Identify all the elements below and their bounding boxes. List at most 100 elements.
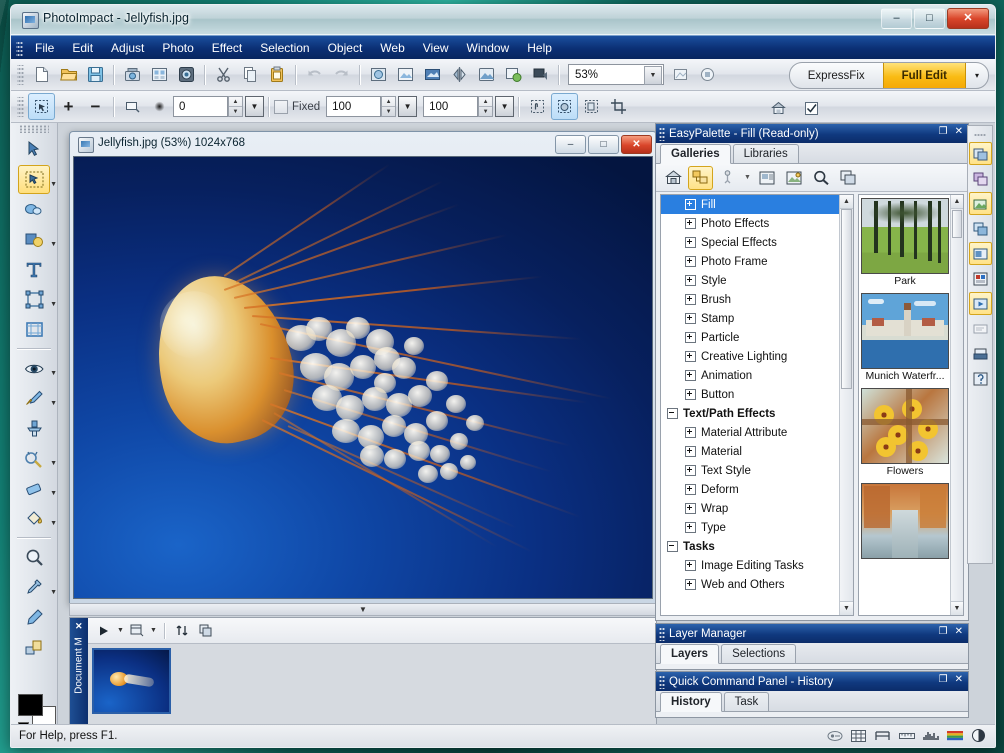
expand-plus-icon[interactable] bbox=[685, 465, 696, 476]
tool-info-icon[interactable] bbox=[826, 727, 843, 744]
zoom-level-combobox[interactable]: 53% ▼ bbox=[568, 64, 664, 85]
save-icon[interactable] bbox=[82, 61, 109, 88]
copy-icon[interactable] bbox=[237, 61, 264, 88]
fixed-width-dropdown-button[interactable]: ▼ bbox=[398, 96, 417, 117]
image-size-icon[interactable] bbox=[874, 727, 891, 744]
tool-chevron-down-icon[interactable]: ▼ bbox=[50, 241, 57, 248]
tab-libraries[interactable]: Libraries bbox=[733, 144, 799, 163]
magic-wand-tool-icon[interactable]: ▼ bbox=[18, 444, 50, 473]
album-icon[interactable] bbox=[500, 61, 527, 88]
thumbnails-scroll-up-icon[interactable]: ▲ bbox=[951, 195, 963, 209]
copy-gallery-icon[interactable] bbox=[836, 166, 861, 190]
tree-item[interactable]: Tasks bbox=[661, 537, 840, 556]
menu-window[interactable]: Window bbox=[458, 38, 519, 58]
browser-panel-icon[interactable] bbox=[969, 317, 992, 340]
expand-plus-icon[interactable] bbox=[685, 522, 696, 533]
quick-command-grip[interactable] bbox=[659, 675, 665, 689]
list-icon[interactable] bbox=[127, 620, 147, 642]
fit-window-icon[interactable] bbox=[667, 61, 694, 88]
paste-icon[interactable] bbox=[264, 61, 291, 88]
color-panel-icon[interactable] bbox=[969, 267, 992, 290]
gallery-thumbnail-list[interactable]: ParkMunich Waterfr...Flowers ▲ ▼ bbox=[858, 194, 964, 616]
gallery-thumbnail-scroll-thumb[interactable] bbox=[952, 210, 962, 238]
tool-chevron-down-icon[interactable]: ▼ bbox=[50, 400, 57, 407]
new-icon[interactable] bbox=[28, 61, 55, 88]
shape-tool-icon[interactable]: ▼ bbox=[18, 225, 50, 254]
expand-plus-icon[interactable] bbox=[685, 218, 696, 229]
gallery-thumbnail[interactable]: Flowers bbox=[859, 385, 951, 480]
easypalette-close-button[interactable]: ✕ bbox=[955, 126, 963, 137]
document-manager-tab[interactable]: ✕ Document M bbox=[70, 618, 88, 725]
fixed-width-spinner[interactable]: ▲▼ bbox=[381, 96, 396, 117]
album-panel-icon[interactable] bbox=[969, 242, 992, 265]
easypalette-grip[interactable] bbox=[659, 127, 665, 141]
window-close-button[interactable]: ✕ bbox=[947, 8, 989, 29]
tree-item[interactable]: Stamp bbox=[661, 309, 840, 328]
selection-shape-icon[interactable] bbox=[119, 93, 146, 120]
video-panel-icon[interactable] bbox=[969, 292, 992, 315]
thumbnail-options-icon[interactable] bbox=[755, 166, 780, 190]
enhance-icon[interactable] bbox=[419, 61, 446, 88]
fixed-height-spinner[interactable]: ▲▼ bbox=[478, 96, 493, 117]
capture-icon[interactable] bbox=[173, 61, 200, 88]
beautify-icon[interactable] bbox=[473, 61, 500, 88]
tool-palette-grip[interactable] bbox=[19, 125, 49, 133]
expand-plus-icon[interactable] bbox=[685, 370, 696, 381]
tool-chevron-down-icon[interactable]: ▼ bbox=[50, 460, 57, 467]
mask-icon[interactable] bbox=[578, 93, 605, 120]
expand-plus-icon[interactable] bbox=[685, 427, 696, 438]
tree-item[interactable]: Material Attribute bbox=[661, 423, 840, 442]
expand-plus-icon[interactable] bbox=[685, 237, 696, 248]
menu-selection[interactable]: Selection bbox=[251, 38, 318, 58]
expand-plus-icon[interactable] bbox=[685, 579, 696, 590]
fixed-checkbox[interactable] bbox=[274, 100, 288, 114]
image-canvas[interactable] bbox=[73, 156, 653, 599]
quick-command-restore-button[interactable]: ❐ bbox=[939, 674, 948, 685]
tab-selections[interactable]: Selections bbox=[721, 644, 796, 663]
tree-item[interactable]: Creative Lighting bbox=[661, 347, 840, 366]
chevron-down-icon[interactable]: ▼ bbox=[644, 66, 662, 85]
document-close-button[interactable]: ✕ bbox=[621, 135, 652, 154]
expand-plus-icon[interactable] bbox=[685, 503, 696, 514]
gallery-thumbnail-scrollbar[interactable]: ▲ ▼ bbox=[950, 195, 963, 615]
expand-plus-icon[interactable] bbox=[685, 294, 696, 305]
soft-edge-icon[interactable] bbox=[146, 93, 173, 120]
menu-help[interactable]: Help bbox=[518, 38, 561, 58]
cut-icon[interactable] bbox=[210, 61, 237, 88]
expand-plus-icon[interactable] bbox=[685, 313, 696, 324]
grid-icon[interactable] bbox=[850, 727, 867, 744]
rail-grip[interactable] bbox=[974, 133, 986, 138]
pan-icon[interactable] bbox=[524, 93, 551, 120]
tree-item[interactable]: Style bbox=[661, 271, 840, 290]
ruler-icon[interactable] bbox=[898, 727, 915, 744]
collapse-minus-icon[interactable] bbox=[667, 408, 678, 419]
window-maximize-button[interactable]: □ bbox=[914, 8, 945, 29]
standard-toolbar-grip[interactable] bbox=[17, 65, 24, 85]
gallery-tree-scroll-thumb[interactable] bbox=[841, 209, 852, 389]
menu-effect[interactable]: Effect bbox=[203, 38, 251, 58]
fixed-height-dropdown-button[interactable]: ▼ bbox=[495, 96, 514, 117]
collapse-minus-icon[interactable] bbox=[667, 541, 678, 552]
tree-item[interactable]: Wrap bbox=[661, 499, 840, 518]
undo-icon[interactable] bbox=[301, 61, 328, 88]
mode-chevron-down-icon[interactable]: ▾ bbox=[966, 63, 988, 88]
tree-item[interactable]: Brush bbox=[661, 290, 840, 309]
eyedropper-tool-icon[interactable]: ▼ bbox=[18, 573, 50, 602]
tree-item[interactable]: Text/Path Effects bbox=[661, 404, 840, 423]
layer-manager-restore-button[interactable]: ❐ bbox=[939, 626, 948, 637]
quick-command-toggle-icon[interactable] bbox=[969, 192, 992, 215]
tool-chevron-down-icon[interactable]: ▼ bbox=[50, 490, 57, 497]
tree-item[interactable]: Material bbox=[661, 442, 840, 461]
print-panel-icon[interactable] bbox=[969, 342, 992, 365]
play-chevron-down-icon[interactable]: ▼ bbox=[117, 627, 124, 634]
expand-plus-icon[interactable] bbox=[685, 389, 696, 400]
path-draw-tool-icon[interactable] bbox=[18, 195, 50, 224]
thumbnails-scroll-down-icon[interactable]: ▼ bbox=[951, 601, 963, 615]
menu-adjust[interactable]: Adjust bbox=[102, 38, 153, 58]
tree-item[interactable]: Web and Others bbox=[661, 575, 840, 594]
expand-plus-icon[interactable] bbox=[685, 256, 696, 267]
add-selection-button[interactable]: + bbox=[55, 93, 82, 120]
tree-item[interactable]: Image Editing Tasks bbox=[661, 556, 840, 575]
menu-photo[interactable]: Photo bbox=[153, 38, 202, 58]
window-minimize-button[interactable]: – bbox=[881, 8, 912, 29]
